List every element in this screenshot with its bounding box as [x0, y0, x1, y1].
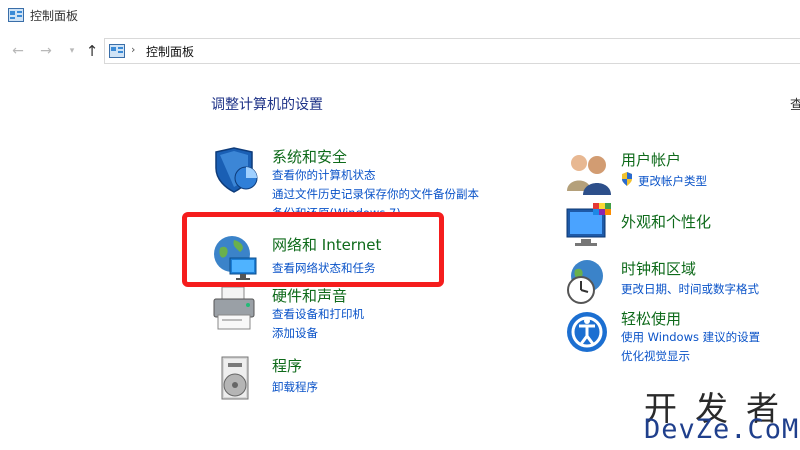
control-panel-icon: [109, 44, 125, 58]
category-programs: 程序 卸载程序: [212, 355, 432, 405]
category-title[interactable]: 硬件和声音: [272, 285, 347, 306]
category-title[interactable]: 程序: [272, 355, 302, 376]
uac-shield-icon: [622, 172, 632, 186]
link-add-device[interactable]: 添加设备: [272, 325, 318, 341]
category-user-accounts: 用户帐户 更改帐户类型: [565, 149, 785, 195]
category-title[interactable]: 用户帐户: [621, 149, 681, 170]
category-title[interactable]: 时钟和区域: [621, 258, 696, 279]
shield-icon[interactable]: [212, 146, 260, 194]
link-devices-printers[interactable]: 查看设备和打印机: [272, 306, 364, 322]
title-bar: 控制面板: [0, 0, 800, 32]
control-panel-icon: [8, 8, 24, 22]
category-title[interactable]: 外观和个性化: [621, 211, 711, 232]
link-file-history[interactable]: 通过文件历史记录保存你的文件备份副本: [272, 186, 479, 202]
page-title: 调整计算机的设置: [211, 97, 323, 113]
category-system-security: 系统和安全 查看你的计算机状态 通过文件历史记录保存你的文件备份副本 备份和还原…: [212, 146, 512, 216]
printer-icon[interactable]: [212, 285, 260, 333]
ease-of-access-icon[interactable]: [565, 308, 613, 356]
clock-globe-icon[interactable]: [565, 258, 613, 306]
watermark-url: DevZe.CoM: [644, 414, 800, 445]
link-view-computer-status[interactable]: 查看你的计算机状态: [272, 167, 376, 183]
back-arrow-icon[interactable]: ←: [10, 42, 26, 60]
link-change-date-time-format[interactable]: 更改日期、时间或数字格式: [621, 281, 759, 297]
category-clock-region: 时钟和区域 更改日期、时间或数字格式: [565, 258, 785, 306]
monitor-palette-icon[interactable]: [565, 203, 613, 251]
users-icon[interactable]: [565, 149, 613, 197]
up-arrow-icon[interactable]: ↑: [84, 42, 100, 60]
programs-disc-icon[interactable]: [212, 355, 260, 403]
address-bar[interactable]: › 控制面板: [104, 38, 800, 64]
breadcrumb[interactable]: 控制面板: [146, 43, 194, 60]
category-title[interactable]: 系统和安全: [272, 146, 347, 167]
view-by-label[interactable]: 查: [790, 94, 800, 113]
category-title[interactable]: 轻松使用: [621, 308, 681, 329]
forward-arrow-icon[interactable]: →: [38, 42, 54, 60]
category-ease-of-access: 轻松使用 使用 Windows 建议的设置 优化视觉显示: [565, 308, 785, 364]
link-optimize-visual-display[interactable]: 优化视觉显示: [621, 348, 690, 364]
window-title: 控制面板: [30, 9, 79, 23]
link-uninstall-program[interactable]: 卸载程序: [272, 379, 318, 395]
chevron-down-icon[interactable]: ▾: [64, 42, 80, 60]
highlight-box: [182, 212, 444, 287]
category-appearance: 外观和个性化: [565, 203, 785, 251]
link-recommended-settings[interactable]: 使用 Windows 建议的设置: [621, 329, 760, 345]
breadcrumb-separator[interactable]: ›: [131, 43, 135, 56]
link-change-account-type[interactable]: 更改帐户类型: [638, 173, 707, 189]
navigation-bar: ← → ▾ ↑ › 控制面板: [0, 34, 800, 68]
category-hardware-sound: 硬件和声音 查看设备和打印机 添加设备: [212, 285, 432, 345]
